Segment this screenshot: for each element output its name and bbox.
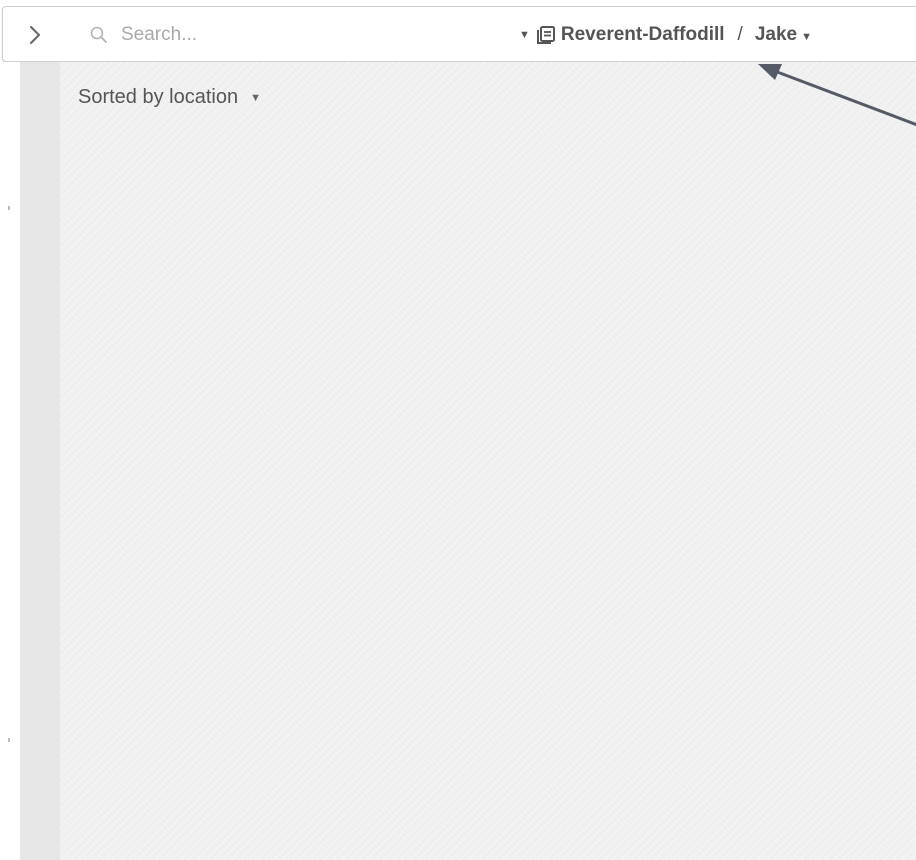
search-icon bbox=[90, 26, 107, 43]
left-edge bbox=[0, 62, 20, 860]
main-content: Sorted by location ▼ bbox=[60, 62, 916, 860]
library-name-link[interactable]: Reverent-Daffodill bbox=[561, 24, 725, 46]
breadcrumb-separator: / bbox=[737, 24, 743, 45]
app-window: ▼ Reverent-Daffodill / Jake▼ Sorted by l… bbox=[0, 0, 916, 860]
library-dropdown-caret-icon[interactable]: ▼ bbox=[519, 29, 530, 41]
edge-tick bbox=[8, 206, 10, 210]
breadcrumb: ▼ Reverent-Daffodill / Jake ▼ bbox=[519, 21, 812, 49]
edge-tick bbox=[8, 738, 10, 742]
user-name: Jake bbox=[754, 24, 798, 45]
search-input[interactable] bbox=[115, 19, 427, 51]
top-toolbar: ▼ Reverent-Daffodill / Jake▼ bbox=[2, 6, 916, 62]
user-menu[interactable]: Jake ▼ bbox=[755, 24, 812, 46]
library-icon bbox=[536, 26, 555, 44]
sort-dropdown[interactable]: Sorted by location ▼ bbox=[78, 86, 261, 109]
sidebar-rail[interactable] bbox=[20, 62, 60, 860]
expand-sidebar-button[interactable] bbox=[21, 21, 49, 49]
sort-label: Sorted by location bbox=[78, 86, 239, 108]
chevron-right-icon bbox=[29, 25, 41, 45]
caret-down-icon: ▼ bbox=[250, 91, 261, 104]
user-dropdown-caret-icon: ▼ bbox=[801, 31, 812, 43]
